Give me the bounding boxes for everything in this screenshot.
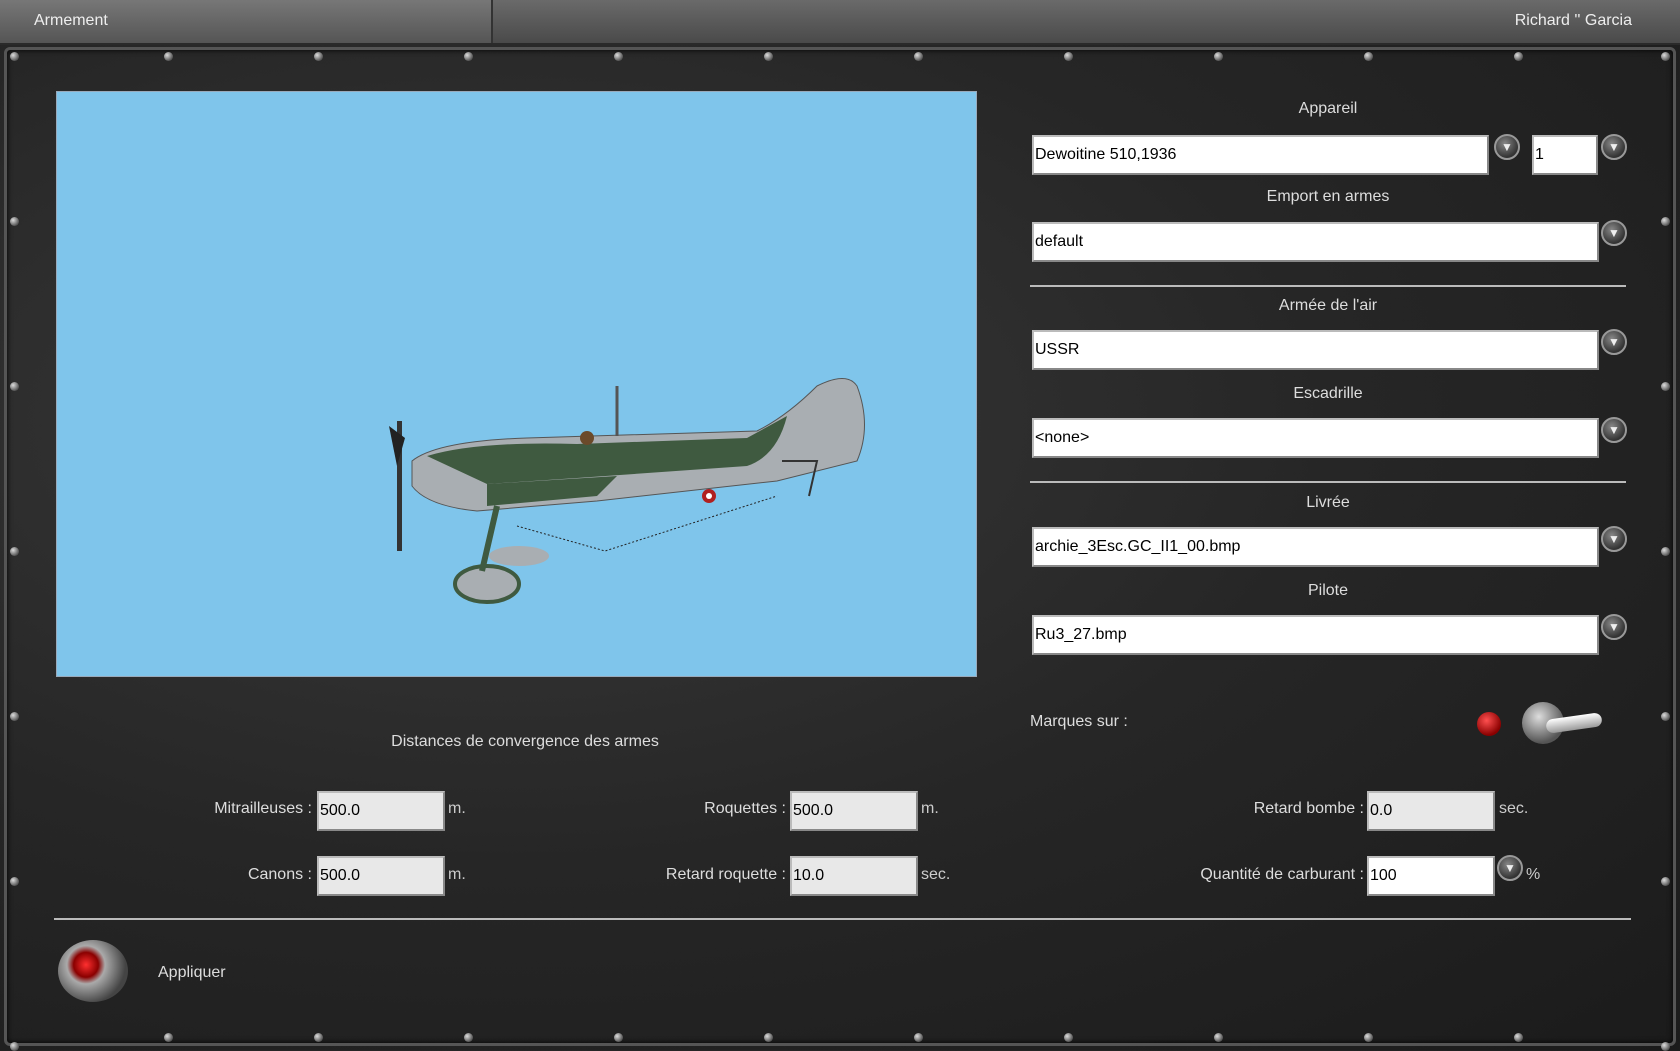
aircraft-select[interactable]: Dewoitine 510,1936 xyxy=(1032,135,1489,175)
mg-label: Mitrailleuses : xyxy=(214,800,312,817)
apply-label[interactable]: Appliquer xyxy=(158,964,226,982)
cannon-label: Canons : xyxy=(247,866,312,883)
aircraft-count-select[interactable]: 1 xyxy=(1532,135,1598,175)
chevron-down-icon[interactable]: ▼ xyxy=(1601,329,1627,355)
skin-select[interactable]: archie_3Esc.GC_II1_00.bmp xyxy=(1032,527,1599,567)
mg-distance-input[interactable]: 500.0 xyxy=(317,791,445,831)
chevron-down-icon[interactable]: ▼ xyxy=(1601,417,1627,443)
screw-decoration xyxy=(164,1033,173,1042)
rocket-delay-unit: sec. xyxy=(921,866,951,883)
divider xyxy=(54,918,1631,920)
airforce-label: Armée de l'air xyxy=(1278,297,1378,314)
tab-armement[interactable]: Armement xyxy=(0,0,493,43)
rockets-label: Roquettes : xyxy=(704,800,786,817)
markings-toggle-switch[interactable] xyxy=(1522,702,1606,744)
convergence-title: Distances de convergence des armes xyxy=(391,733,659,750)
screw-decoration xyxy=(764,1033,773,1042)
screw-decoration xyxy=(1661,712,1670,721)
screw-decoration xyxy=(1661,547,1670,556)
screw-decoration xyxy=(314,52,323,61)
loadout-select[interactable]: default xyxy=(1032,222,1599,262)
chevron-down-icon[interactable]: ▼ xyxy=(1601,220,1627,246)
airforce-select[interactable]: USSR xyxy=(1032,330,1599,370)
screw-decoration xyxy=(764,52,773,61)
chevron-down-icon[interactable]: ▼ xyxy=(1601,134,1627,160)
screw-decoration xyxy=(1214,1033,1223,1042)
top-bar: Armement Richard '' Garcia xyxy=(0,0,1680,45)
divider xyxy=(1030,481,1626,483)
fuel-unit: % xyxy=(1526,866,1541,883)
pilot-label: Pilote xyxy=(1307,582,1349,599)
screw-decoration xyxy=(1514,52,1523,61)
screw-decoration xyxy=(164,52,173,61)
screw-decoration xyxy=(464,52,473,61)
screw-decoration xyxy=(1661,217,1670,226)
fuel-select[interactable]: 100 xyxy=(1367,856,1495,896)
bomb-delay-input[interactable]: 0.0 xyxy=(1367,791,1495,831)
screw-decoration xyxy=(1661,52,1670,61)
screw-decoration xyxy=(1514,1033,1523,1042)
loadout-label: Emport en armes xyxy=(1266,188,1390,205)
divider xyxy=(1030,285,1626,287)
markings-label: Marques sur : xyxy=(1030,713,1128,730)
cannon-unit: m. xyxy=(448,866,466,883)
fuel-label: Quantité de carburant : xyxy=(1200,866,1364,883)
user-name: Richard '' Garcia xyxy=(1514,12,1632,29)
screw-decoration xyxy=(914,52,923,61)
screw-decoration xyxy=(1661,877,1670,886)
screw-decoration xyxy=(10,877,19,886)
bomb-delay-label: Retard bombe : xyxy=(1253,800,1364,817)
screw-decoration xyxy=(1364,1033,1373,1042)
screw-decoration xyxy=(314,1033,323,1042)
cannon-distance-input[interactable]: 500.0 xyxy=(317,856,445,896)
screw-decoration xyxy=(10,52,19,61)
screw-decoration xyxy=(464,1033,473,1042)
bomb-delay-unit: sec. xyxy=(1499,800,1529,817)
screw-decoration xyxy=(614,1033,623,1042)
screw-decoration xyxy=(1364,52,1373,61)
chevron-down-icon[interactable]: ▼ xyxy=(1601,614,1627,640)
screw-decoration xyxy=(1214,52,1223,61)
pilot-select[interactable]: Ru3_27.bmp xyxy=(1032,615,1599,655)
rockets-distance-input[interactable]: 500.0 xyxy=(790,791,918,831)
apply-button[interactable] xyxy=(58,940,128,1002)
screw-decoration xyxy=(1064,1033,1073,1042)
chevron-down-icon[interactable]: ▼ xyxy=(1494,134,1520,160)
screw-decoration xyxy=(10,217,19,226)
screw-decoration xyxy=(1064,52,1073,61)
screw-decoration xyxy=(10,382,19,391)
screw-decoration xyxy=(1661,382,1670,391)
aircraft-preview xyxy=(56,91,977,677)
squadron-label: Escadrille xyxy=(1293,385,1363,402)
chevron-down-icon[interactable]: ▼ xyxy=(1601,526,1627,552)
mg-unit: m. xyxy=(448,800,466,817)
rocket-delay-input[interactable]: 10.0 xyxy=(790,856,918,896)
screw-decoration xyxy=(10,547,19,556)
screw-decoration xyxy=(914,1033,923,1042)
squadron-select[interactable]: <none> xyxy=(1032,418,1599,458)
screw-decoration xyxy=(614,52,623,61)
rockets-unit: m. xyxy=(921,800,939,817)
skin-label: Livrée xyxy=(1306,494,1350,511)
rocket-delay-label: Retard roquette : xyxy=(665,866,786,883)
chevron-down-icon[interactable]: ▼ xyxy=(1497,855,1523,881)
markings-indicator-light xyxy=(1477,712,1501,736)
aircraft-label: Appareil xyxy=(1298,100,1358,117)
aircraft-model xyxy=(389,378,865,604)
screw-decoration xyxy=(10,712,19,721)
